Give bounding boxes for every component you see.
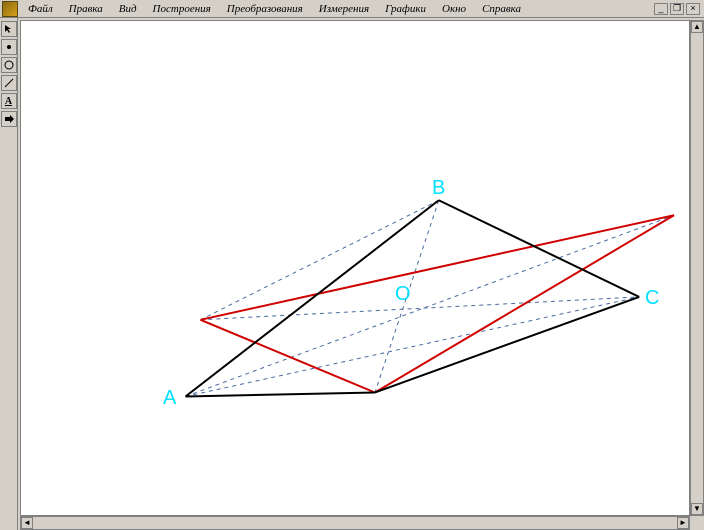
menubar: Файл Правка Вид Построения Преобразовани…: [0, 0, 704, 18]
arrow-tool[interactable]: [1, 21, 17, 37]
scroll-left-button[interactable]: ◄: [21, 517, 33, 529]
circle-tool[interactable]: [1, 57, 17, 73]
menu-transform[interactable]: Преобразования: [219, 2, 311, 16]
black-polygon: [186, 200, 640, 396]
label-A[interactable]: A: [163, 387, 176, 410]
menu-edit[interactable]: Правка: [61, 2, 111, 16]
custom-icon: [3, 113, 15, 125]
label-O[interactable]: O: [395, 283, 411, 306]
label-B[interactable]: B: [432, 177, 445, 200]
sketch-canvas[interactable]: A B C O: [20, 20, 690, 516]
red-triangle: [200, 215, 674, 392]
dashed-lines: [186, 200, 675, 396]
vertical-scrollbar[interactable]: ▲ ▼: [690, 20, 704, 516]
circle-icon: [3, 59, 15, 71]
scroll-down-button[interactable]: ▼: [691, 503, 703, 515]
menu-window[interactable]: Окно: [434, 2, 474, 16]
close-button[interactable]: ×: [686, 3, 700, 15]
restore-button[interactable]: ❐: [670, 3, 684, 15]
menu-construct[interactable]: Построения: [145, 2, 219, 16]
menu-help[interactable]: Справка: [474, 2, 529, 16]
app-icon: [2, 1, 18, 17]
construction-svg: [21, 21, 689, 515]
toolbar: A: [0, 18, 18, 530]
text-icon: A: [5, 96, 12, 107]
line-tool[interactable]: [1, 75, 17, 91]
custom-tool[interactable]: [1, 111, 17, 127]
canvas-wrap: A B C O ▲ ▼ ◄ ►: [18, 18, 704, 530]
line-icon: [3, 77, 15, 89]
scroll-right-button[interactable]: ►: [677, 517, 689, 529]
menu-view[interactable]: Вид: [111, 2, 145, 16]
window-controls: _ ❐ ×: [654, 3, 704, 15]
label-C[interactable]: C: [645, 287, 659, 310]
menu-measure[interactable]: Измерения: [311, 2, 377, 16]
minimize-button[interactable]: _: [654, 3, 668, 15]
arrow-icon: [3, 23, 15, 35]
main-area: A: [0, 18, 704, 530]
horizontal-scrollbar[interactable]: ◄ ►: [20, 516, 690, 530]
point-tool[interactable]: [1, 39, 17, 55]
text-tool[interactable]: A: [1, 93, 17, 109]
menu-graph[interactable]: Графики: [377, 2, 434, 16]
menu-file[interactable]: Файл: [20, 2, 61, 16]
scroll-up-button[interactable]: ▲: [691, 21, 703, 33]
point-icon: [3, 41, 15, 53]
